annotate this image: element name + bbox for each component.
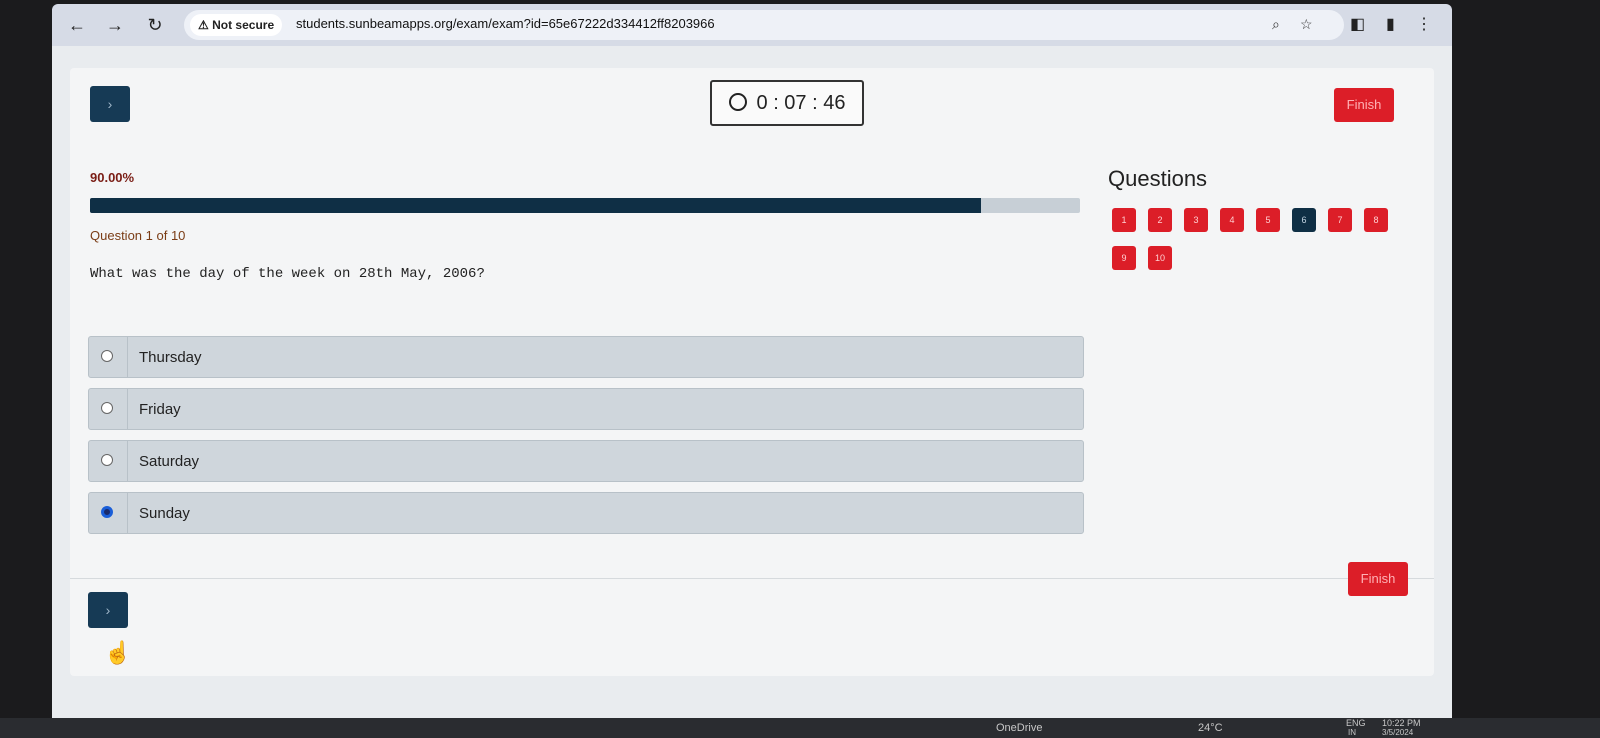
- star-icon[interactable]: ☆: [1300, 16, 1313, 33]
- back-icon[interactable]: ←: [66, 14, 88, 36]
- radio-container[interactable]: [89, 493, 128, 533]
- exam-timer: 0 : 07 : 46: [710, 80, 864, 126]
- radio-container[interactable]: [89, 441, 128, 481]
- question-text: What was the day of the week on 28th May…: [90, 266, 485, 282]
- question-number-5[interactable]: 5: [1256, 208, 1280, 232]
- zoom-icon[interactable]: ⌕: [1272, 16, 1280, 33]
- exam-page: 0 : 07 : 46 › Finish 90.00% Questions Qu…: [52, 46, 1452, 718]
- browser-toolbar: ← → ↻ ⚠ Not secure students.sunbeamapps.…: [52, 4, 1452, 46]
- taskbar: OneDrive 24°C ENG IN 10:22 PM 3/5/2024: [0, 718, 1600, 738]
- profile-icon[interactable]: ▮: [1386, 14, 1395, 34]
- progress-bar: [90, 198, 1080, 213]
- radio-icon[interactable]: [101, 350, 113, 362]
- question-number-2[interactable]: 2: [1148, 208, 1172, 232]
- region[interactable]: IN: [1348, 728, 1356, 737]
- radio-selected-icon[interactable]: [101, 506, 113, 518]
- question-number-7[interactable]: 7: [1328, 208, 1352, 232]
- finish-button-bottom[interactable]: Finish: [1348, 562, 1408, 596]
- radio-container[interactable]: [89, 337, 128, 377]
- question-number-9[interactable]: 9: [1112, 246, 1136, 270]
- next-button-bottom[interactable]: ›: [88, 592, 128, 628]
- menu-icon[interactable]: ⋮: [1416, 14, 1432, 34]
- onedrive-label[interactable]: OneDrive: [996, 722, 1042, 734]
- url-text[interactable]: students.sunbeamapps.org/exam/exam?id=65…: [296, 16, 715, 31]
- finish-button-top[interactable]: Finish: [1334, 88, 1394, 122]
- exam-card: 0 : 07 : 46 › Finish 90.00% Questions Qu…: [70, 68, 1434, 676]
- clock-icon: [728, 92, 747, 111]
- question-number-10[interactable]: 10: [1148, 246, 1172, 270]
- question-number-1[interactable]: 1: [1112, 208, 1136, 232]
- option-label: Thursday: [139, 349, 202, 366]
- radio-container[interactable]: [89, 389, 128, 429]
- temperature[interactable]: 24°C: [1198, 722, 1223, 734]
- progress-fill: [90, 198, 981, 213]
- answer-option[interactable]: Saturday: [88, 440, 1084, 482]
- answer-option[interactable]: Thursday: [88, 336, 1084, 378]
- clock-time[interactable]: 10:22 PM: [1382, 718, 1421, 728]
- question-number-4[interactable]: 4: [1220, 208, 1244, 232]
- forward-icon[interactable]: →: [104, 14, 126, 36]
- divider: [70, 578, 1434, 579]
- option-label: Sunday: [139, 505, 190, 522]
- question-number-8[interactable]: 8: [1364, 208, 1388, 232]
- question-number-6[interactable]: 6: [1292, 208, 1316, 232]
- extension-icon[interactable]: ◧: [1350, 14, 1365, 34]
- option-label: Saturday: [139, 453, 200, 470]
- reload-icon[interactable]: ↻: [144, 14, 166, 36]
- not-secure-chip[interactable]: ⚠ Not secure: [190, 14, 283, 36]
- option-label: Friday: [139, 401, 181, 418]
- answer-option[interactable]: Friday: [88, 388, 1084, 430]
- hand-cursor-icon: ☝: [104, 640, 132, 665]
- clock-date[interactable]: 3/5/2024: [1382, 728, 1413, 737]
- answer-option[interactable]: Sunday: [88, 492, 1084, 534]
- radio-icon[interactable]: [101, 454, 113, 466]
- question-number-3[interactable]: 3: [1184, 208, 1208, 232]
- progress-percent: 90.00%: [90, 170, 135, 185]
- timer-value: 0 : 07 : 46: [756, 92, 846, 114]
- radio-icon[interactable]: [101, 402, 113, 414]
- question-counter: Question 1 of 10: [90, 228, 186, 243]
- next-button-top[interactable]: ›: [90, 86, 130, 122]
- address-bar[interactable]: ⚠ Not secure students.sunbeamapps.org/ex…: [184, 10, 1344, 40]
- questions-panel-title: Questions: [1108, 166, 1208, 191]
- language[interactable]: ENG: [1346, 718, 1366, 728]
